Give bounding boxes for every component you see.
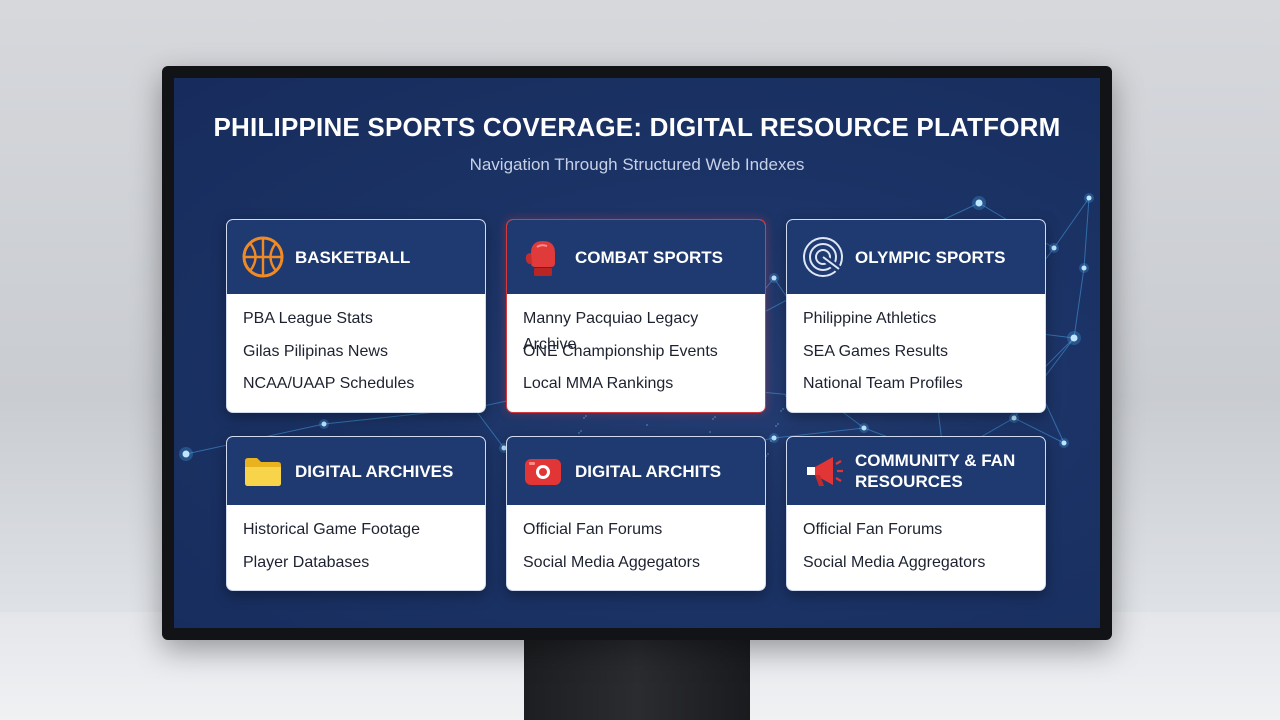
particle-dot [767, 453, 769, 455]
network-node [861, 425, 867, 431]
card-title: DIGITAL ARCHITS [575, 461, 722, 481]
particle-dot [775, 425, 777, 427]
particle-dot [772, 438, 774, 440]
network-node [321, 421, 327, 427]
link-player-databases[interactable]: Player Databases [243, 550, 469, 583]
link-ncaa-uaap-schedules[interactable]: NCAA/UAAP Schedules [243, 371, 469, 404]
card-basketball[interactable]: BASKETBALL PBA League Stats Gilas Pilipi… [226, 219, 486, 413]
card-title-line1: COMMUNITY & FAN [855, 451, 1016, 470]
monitor-stand [524, 636, 750, 720]
link-gilas-pilipinas-news[interactable]: Gilas Pilipinas News [243, 339, 469, 372]
card-combat-sports[interactable]: COMBAT SPORTS Manny Pacquiao Legacy Arch… [506, 219, 766, 413]
card-title: COMMUNITY & FAN RESOURCES [855, 450, 1015, 492]
particle-dot [709, 431, 711, 433]
olympic-emblem-icon [801, 235, 845, 279]
network-node [771, 275, 777, 281]
particle-dot [712, 418, 714, 420]
card-header: DIGITAL ARCHITS [507, 437, 765, 505]
screen: PHILIPPINE SPORTS COVERAGE: DIGITAL RESO… [174, 78, 1100, 628]
card-header: BASKETBALL [227, 220, 485, 294]
card-header: COMBAT SPORTS [507, 220, 765, 294]
particle-dot [780, 410, 782, 412]
card-header: OLYMPIC SPORTS [787, 220, 1045, 294]
link-national-team-profiles[interactable]: National Team Profiles [803, 371, 1029, 404]
link-historical-game-footage[interactable]: Historical Game Footage [243, 517, 469, 550]
card-community-fan-resources[interactable]: COMMUNITY & FAN RESOURCES Official Fan F… [786, 436, 1046, 591]
network-node [182, 450, 190, 458]
link-sea-games-results[interactable]: SEA Games Results [803, 339, 1029, 372]
card-title: DIGITAL ARCHIVES [295, 461, 454, 481]
link-one-championship-events[interactable]: ONE Championship Events [523, 339, 749, 372]
particle-dot [585, 415, 587, 417]
particle-dot [782, 408, 784, 410]
boxing-glove-icon [521, 235, 565, 279]
particle-dot [646, 424, 648, 426]
card-title: COMBAT SPORTS [575, 247, 723, 267]
network-node [1070, 334, 1078, 342]
page-subtitle: Navigation Through Structured Web Indexe… [469, 155, 805, 174]
link-pacquiao-legacy-archive[interactable]: Manny Pacquiao Legacy Archive [523, 306, 749, 353]
network-line [1053, 197, 1090, 249]
link-social-media-aggregators[interactable]: Social Media Aggregators [803, 550, 1029, 583]
card-title-line2: RESOURCES [855, 472, 963, 491]
particle-dot [770, 440, 772, 442]
card-header: COMMUNITY & FAN RESOURCES [787, 437, 1045, 505]
card-header: DIGITAL ARCHIVES [227, 437, 485, 505]
network-node [1081, 265, 1087, 271]
link-pba-league-stats[interactable]: PBA League Stats [243, 306, 469, 339]
card-digital-archives[interactable]: DIGITAL ARCHIVES Historical Game Footage… [226, 436, 486, 591]
camera-record-icon [521, 449, 565, 493]
link-social-media-aggegators[interactable]: Social Media Aggegators [523, 550, 749, 583]
link-local-mma-rankings[interactable]: Local MMA Rankings [523, 371, 749, 404]
megaphone-icon [801, 449, 845, 493]
particle-dot [714, 416, 716, 418]
link-official-fan-forums[interactable]: Official Fan Forums [523, 517, 749, 550]
card-title: OLYMPIC SPORTS [855, 247, 1006, 267]
link-official-fan-forums[interactable]: Official Fan Forums [803, 517, 1029, 550]
basketball-icon [241, 235, 285, 279]
network-node [771, 435, 777, 441]
particle-dot [583, 417, 585, 419]
card-digital-archits[interactable]: DIGITAL ARCHITS Official Fan Forums Soci… [506, 436, 766, 591]
particle-dot [777, 423, 779, 425]
folder-icon [241, 449, 285, 493]
card-title: BASKETBALL [295, 247, 411, 267]
network-node [1061, 440, 1067, 446]
network-node [1011, 415, 1017, 421]
network-node [1086, 195, 1092, 201]
particle-dot [578, 432, 580, 434]
link-philippine-athletics[interactable]: Philippine Athletics [803, 306, 1029, 339]
page-title: PHILIPPINE SPORTS COVERAGE: DIGITAL RESO… [213, 112, 1061, 142]
particle-dot [580, 430, 582, 432]
network-node [975, 199, 983, 207]
network-line [1083, 197, 1090, 269]
network-line [1073, 267, 1085, 339]
card-olympic-sports[interactable]: OLYMPIC SPORTS Philippine Athletics SEA … [786, 219, 1046, 413]
network-node [1051, 245, 1057, 251]
